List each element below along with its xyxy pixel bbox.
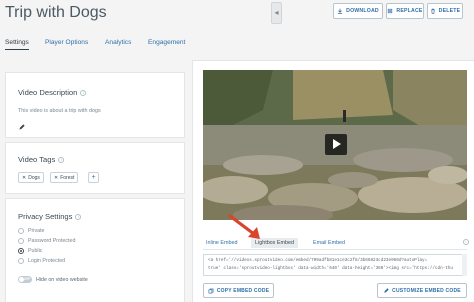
info-icon[interactable]: i bbox=[75, 214, 82, 220]
play-button[interactable] bbox=[325, 134, 347, 155]
info-icon[interactable]: i bbox=[58, 157, 65, 163]
privacy-option-login[interactable]: Login Protected bbox=[18, 257, 65, 265]
remove-tag-icon[interactable]: ✕ bbox=[22, 175, 26, 181]
radio-button-selected[interactable] bbox=[18, 248, 24, 254]
tags-card: Video Tags i ✕ Dogs ✕ Forest + bbox=[5, 142, 185, 194]
tab-analytics[interactable]: Analytics bbox=[105, 37, 131, 49]
radio-button[interactable] bbox=[18, 258, 24, 264]
tab-email-embed[interactable]: Email Embed bbox=[313, 240, 345, 246]
embed-code-line: true' class='sproutvideo-lightbox' data-… bbox=[208, 266, 453, 271]
description-card: Video Description i This video is about a… bbox=[5, 72, 185, 138]
tab-engagement[interactable]: Engagement bbox=[148, 37, 185, 49]
privacy-title: Privacy Settings bbox=[18, 212, 73, 221]
download-button[interactable]: DOWNLOAD bbox=[333, 3, 383, 19]
hide-on-website-row: OFF Hide on video website bbox=[18, 276, 88, 283]
delete-button[interactable]: DELETE bbox=[427, 3, 463, 19]
copy-embed-code-button[interactable]: COPY EMBED CODE bbox=[203, 283, 274, 298]
tag-chip[interactable]: ✕ Dogs bbox=[18, 172, 44, 183]
radio-button[interactable] bbox=[18, 228, 24, 234]
privacy-option-public[interactable]: Public bbox=[18, 247, 42, 255]
pencil-icon bbox=[384, 287, 389, 293]
customize-embed-code-label: CUSTOMIZE EMBED CODE bbox=[392, 287, 461, 294]
privacy-option-password[interactable]: Password Protected bbox=[18, 237, 75, 245]
description-text: This video is about a trip with dogs bbox=[18, 108, 101, 114]
tab-inline-embed[interactable]: Inline Embed bbox=[206, 240, 237, 246]
annotation-arrow bbox=[228, 214, 260, 239]
remove-tag-icon[interactable]: ✕ bbox=[54, 175, 58, 181]
video-player[interactable] bbox=[203, 70, 467, 220]
download-label: DOWNLOAD bbox=[346, 8, 379, 14]
hide-label: Hide on video website bbox=[36, 276, 88, 283]
tag-label: Forest bbox=[60, 174, 75, 181]
trash-icon bbox=[430, 8, 435, 14]
hide-toggle[interactable]: OFF bbox=[18, 276, 32, 283]
page-title: Trip with Dogs bbox=[5, 4, 107, 21]
replace-button[interactable]: REPLACE bbox=[386, 3, 424, 19]
replace-icon bbox=[388, 8, 393, 14]
tag-chip[interactable]: ✕ Forest bbox=[50, 172, 79, 183]
tag-label: Dogs bbox=[28, 174, 40, 181]
privacy-heading: Privacy Settings i bbox=[18, 212, 82, 221]
tags-title: Video Tags bbox=[18, 155, 56, 164]
privacy-option-label: Private bbox=[28, 228, 45, 234]
replace-label: REPLACE bbox=[396, 8, 423, 14]
settings-tabs: Settings Player Options Analytics Engage… bbox=[0, 37, 474, 53]
customize-embed-code-button[interactable]: CUSTOMIZE EMBED CODE bbox=[377, 283, 467, 298]
collapse-panel-button[interactable]: ◂ bbox=[271, 2, 282, 24]
privacy-option-label: Public bbox=[28, 248, 43, 254]
tab-player-options[interactable]: Player Options bbox=[45, 37, 88, 49]
privacy-card: Privacy Settings i Private Password Prote… bbox=[5, 198, 185, 302]
description-heading: Video Description i bbox=[18, 88, 87, 97]
radio-button[interactable] bbox=[18, 238, 24, 244]
embed-code-textarea[interactable]: <a href='//videos.sproutvideo.com/embed/… bbox=[203, 254, 467, 276]
add-tag-button[interactable]: + bbox=[88, 172, 99, 183]
tab-divider bbox=[203, 249, 467, 250]
video-settings-page: Trip with Dogs ◂ DOWNLOAD REPLACE DELETE… bbox=[0, 0, 474, 302]
copy-icon bbox=[208, 288, 214, 293]
tab-settings[interactable]: Settings bbox=[5, 37, 29, 50]
privacy-option-label: Password Protected bbox=[28, 238, 76, 244]
download-icon bbox=[338, 8, 343, 14]
delete-label: DELETE bbox=[438, 8, 461, 14]
info-icon[interactable]: i bbox=[463, 239, 469, 245]
code-scrollbar[interactable] bbox=[462, 254, 467, 276]
info-icon[interactable]: i bbox=[80, 90, 87, 96]
privacy-option-private[interactable]: Private bbox=[18, 227, 45, 235]
page-header: Trip with Dogs ◂ DOWNLOAD REPLACE DELETE bbox=[0, 0, 474, 34]
description-title: Video Description bbox=[18, 88, 78, 97]
copy-embed-code-label: COPY EMBED CODE bbox=[216, 287, 270, 294]
tags-heading: Video Tags i bbox=[18, 155, 65, 164]
embed-code-line: <a href='//videos.sproutvideo.com/embed/… bbox=[208, 258, 428, 263]
pencil-icon[interactable] bbox=[18, 124, 25, 131]
privacy-option-label: Login Protected bbox=[28, 258, 66, 264]
